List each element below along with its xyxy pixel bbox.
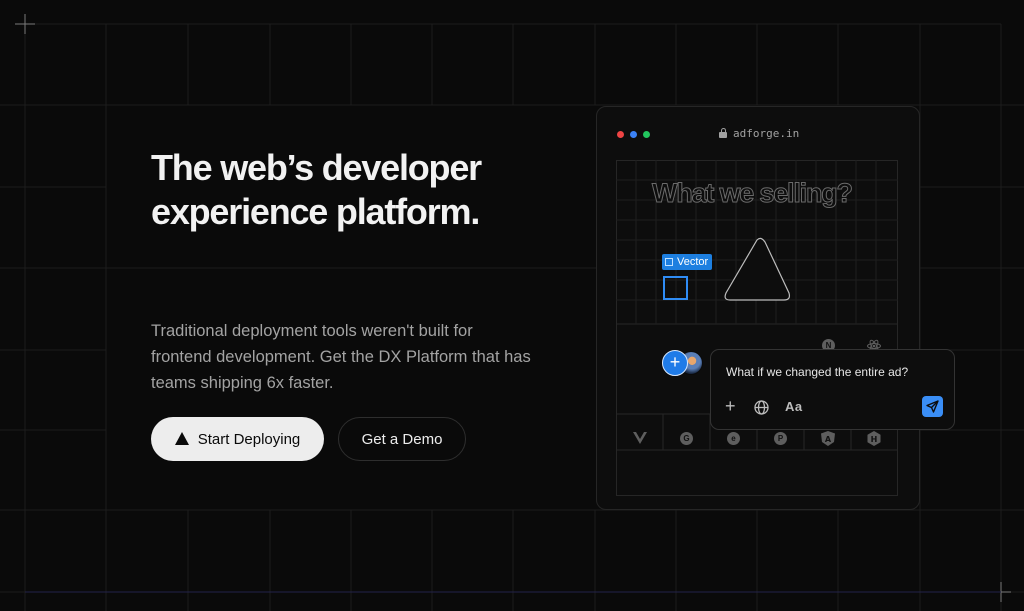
design-canvas bbox=[616, 160, 898, 496]
globe-icon[interactable] bbox=[754, 400, 769, 415]
vector-square-icon bbox=[665, 258, 673, 266]
get-demo-button[interactable]: Get a Demo bbox=[338, 417, 466, 461]
send-button[interactable] bbox=[922, 396, 943, 417]
selected-vector-box[interactable] bbox=[663, 276, 688, 300]
ai-chat-box: What if we changed the entire ad? + Aa bbox=[710, 349, 955, 430]
vector-tag-label: Vector bbox=[677, 256, 709, 268]
lock-icon bbox=[719, 128, 727, 138]
vector-layer-tag: Vector bbox=[662, 254, 713, 270]
hero-title: The web’s developer experience platform. bbox=[151, 146, 482, 234]
send-icon bbox=[926, 400, 939, 413]
triangle-shape[interactable] bbox=[724, 237, 791, 301]
start-deploying-label: Start Deploying bbox=[197, 430, 301, 448]
maximize-dot bbox=[643, 131, 650, 138]
text-style-button[interactable]: Aa bbox=[785, 399, 803, 414]
window-controls bbox=[617, 131, 650, 138]
close-dot bbox=[617, 131, 624, 138]
chat-prompt-text[interactable]: What if we changed the entire ad? bbox=[726, 365, 908, 379]
hero-title-line-2: experience platform. bbox=[151, 191, 480, 232]
ember-icon: e bbox=[727, 432, 740, 445]
minimize-dot bbox=[630, 131, 637, 138]
hero-description: Traditional deployment tools weren't bui… bbox=[151, 318, 571, 396]
vue-icon bbox=[633, 432, 647, 444]
add-collaborator-button[interactable]: + bbox=[662, 350, 688, 376]
url-text: adforge.in bbox=[733, 127, 800, 140]
hero-title-line-1: The web’s developer bbox=[151, 147, 482, 188]
svg-text:H: H bbox=[871, 435, 878, 444]
get-demo-label: Get a Demo bbox=[361, 430, 443, 448]
hugo-icon: H bbox=[867, 431, 881, 446]
gatsby-icon: G bbox=[680, 432, 693, 445]
address-bar[interactable]: adforge.in bbox=[719, 127, 799, 140]
canvas-heading[interactable]: What we selling? bbox=[652, 178, 854, 209]
triangle-logo-icon bbox=[174, 432, 189, 445]
start-deploying-button[interactable]: Start Deploying bbox=[151, 417, 324, 461]
hero-description-line-2: frontend development. Get the DX Platfor… bbox=[151, 348, 531, 366]
chat-add-button[interactable]: + bbox=[725, 397, 736, 415]
svg-text:A: A bbox=[825, 435, 832, 444]
python-icon: P bbox=[774, 432, 787, 445]
hero-description-line-3: teams shipping 6x faster. bbox=[151, 374, 334, 392]
angular-icon: A bbox=[821, 431, 835, 446]
hero-description-line-1: Traditional deployment tools weren't bui… bbox=[151, 322, 473, 340]
